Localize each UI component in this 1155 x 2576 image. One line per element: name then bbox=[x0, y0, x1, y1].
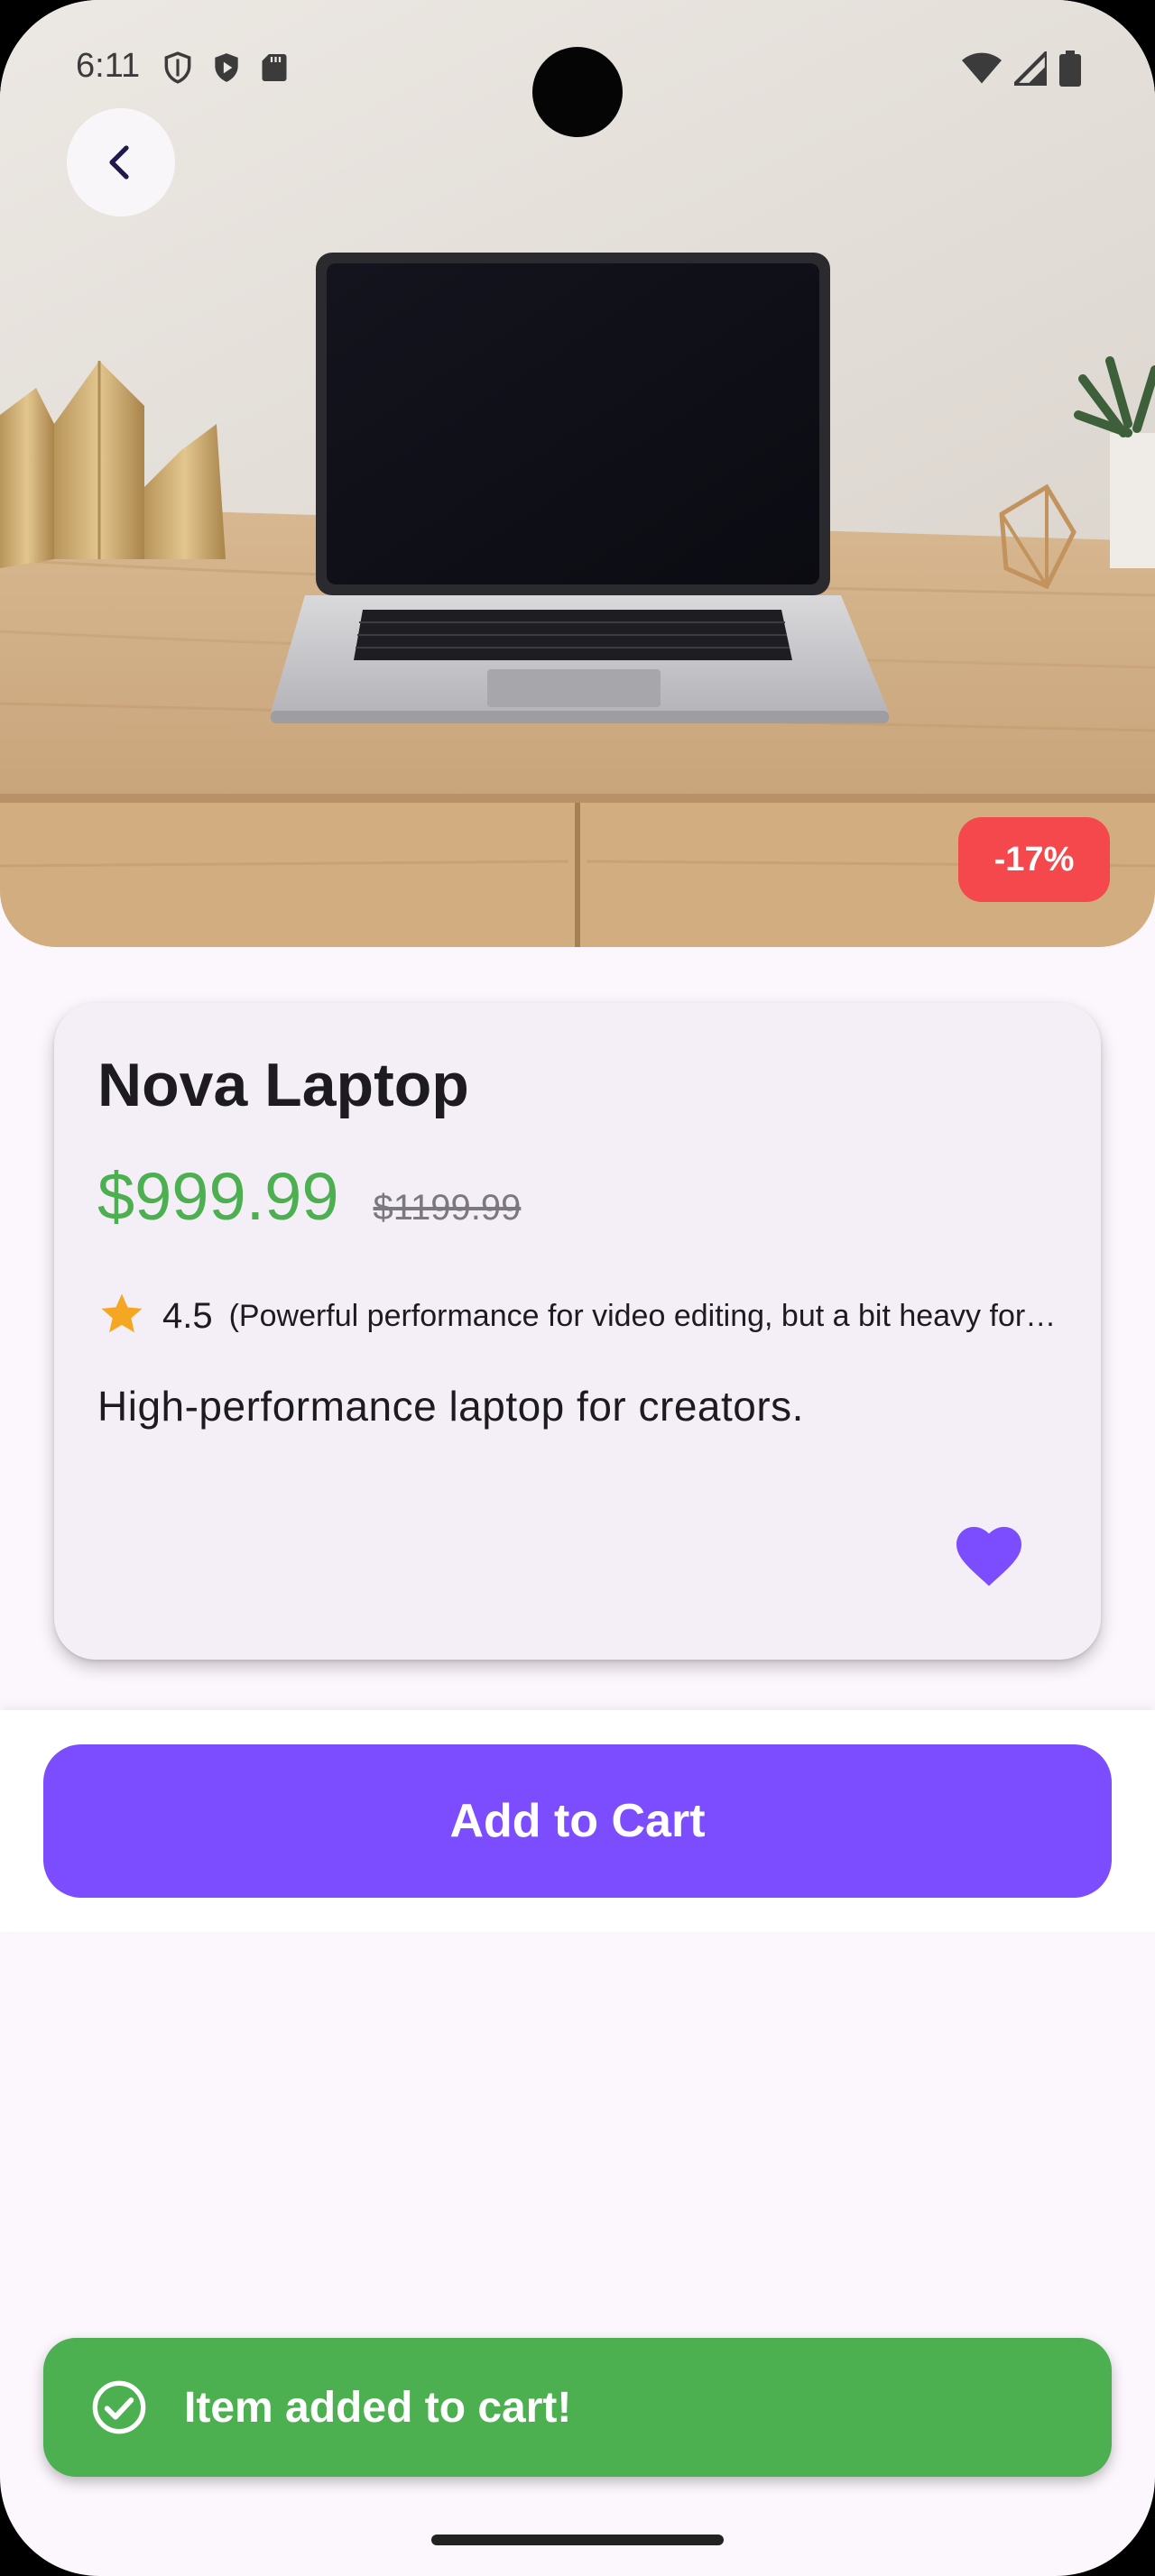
review-snippet: (Powerful performance for video editing,… bbox=[228, 1299, 1058, 1333]
status-left-icons bbox=[161, 51, 291, 85]
status-bar: 6:11 bbox=[0, 0, 1155, 137]
front-camera bbox=[532, 47, 623, 137]
status-right-icons bbox=[962, 51, 1081, 87]
rating-row: 4.5 (Powerful performance for video edit… bbox=[97, 1290, 1058, 1343]
bottom-action-bar: Add to Cart bbox=[0, 1710, 1155, 1932]
app-screen: 6:11 -17% Nova Laptop $999.99 $1199.99 4… bbox=[0, 0, 1155, 2576]
favorite-button[interactable] bbox=[940, 1508, 1038, 1605]
add-to-cart-button[interactable]: Add to Cart bbox=[43, 1744, 1112, 1898]
current-price: $999.99 bbox=[97, 1159, 339, 1234]
wifi-icon bbox=[962, 51, 1002, 86]
cell-signal-icon bbox=[1014, 51, 1047, 86]
snackbar-message: Item added to cart! bbox=[184, 2383, 572, 2432]
sd-card-icon bbox=[258, 51, 291, 85]
discount-badge: -17% bbox=[958, 817, 1110, 902]
star-icon bbox=[97, 1290, 146, 1343]
check-circle-icon bbox=[90, 2378, 148, 2436]
snackbar: Item added to cart! bbox=[43, 2338, 1112, 2477]
original-price: $1199.99 bbox=[373, 1188, 522, 1228]
back-arrow-icon bbox=[99, 141, 143, 184]
product-name: Nova Laptop bbox=[97, 1051, 469, 1119]
product-card: Nova Laptop $999.99 $1199.99 4.5 (Powerf… bbox=[54, 1003, 1101, 1660]
battery-icon bbox=[1059, 51, 1081, 87]
back-button[interactable] bbox=[67, 108, 175, 216]
home-indicator[interactable] bbox=[431, 2535, 724, 2545]
laptop-photo bbox=[0, 0, 1155, 947]
product-image: 6:11 -17% bbox=[0, 0, 1155, 947]
product-description: High-performance laptop for creators. bbox=[97, 1383, 804, 1430]
rating-value: 4.5 bbox=[162, 1296, 213, 1336]
shield-icon bbox=[161, 51, 195, 85]
status-time: 6:11 bbox=[76, 47, 141, 85]
price-row: $999.99 $1199.99 bbox=[97, 1158, 521, 1235]
heart-filled-icon bbox=[953, 1523, 1025, 1592]
play-protect-icon bbox=[209, 51, 244, 85]
